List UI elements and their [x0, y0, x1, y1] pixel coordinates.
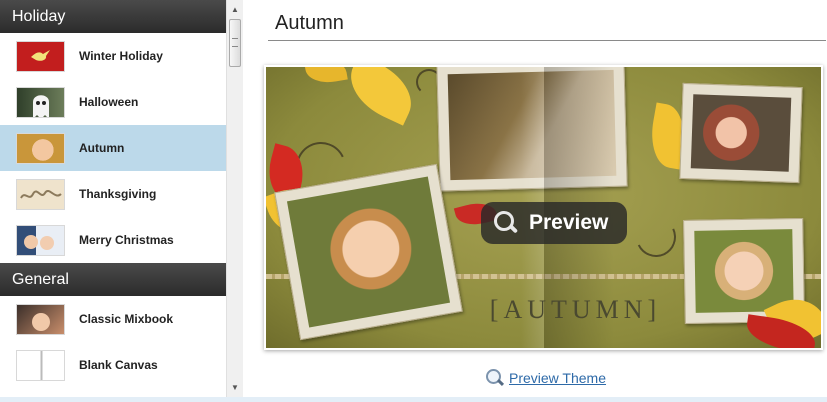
scroll-up-arrow-icon[interactable]: ▲ [227, 2, 243, 17]
theme-item-thanksgiving[interactable]: Thanksgiving [0, 171, 226, 217]
theme-item-label: Halloween [79, 95, 139, 109]
theme-item-merry-christmas[interactable]: Merry Christmas [0, 217, 226, 263]
scrollbar-thumb[interactable] [229, 19, 241, 67]
preview-theme-link[interactable]: Preview Theme [485, 368, 606, 388]
book-title-text: [AUTUMN] [489, 295, 662, 324]
magnifier-icon [493, 210, 519, 236]
merry-christmas-thumbnail [16, 224, 65, 256]
sidebar-scrollbar[interactable]: ▲ ▼ [226, 0, 243, 397]
category-header-general: General [0, 263, 226, 296]
theme-item-label: Merry Christmas [79, 233, 174, 247]
theme-item-blank-canvas[interactable]: Blank Canvas [0, 342, 226, 388]
blank-book-icon [40, 350, 43, 380]
halloween-thumbnail [16, 86, 65, 118]
autumn-thumbnail [16, 132, 65, 164]
theme-item-label: Winter Holiday [79, 49, 163, 63]
theme-item-winter-holiday[interactable]: Winter Holiday [0, 33, 226, 79]
theme-item-halloween[interactable]: Halloween [0, 79, 226, 125]
preview-overlay-label: Preview [529, 211, 609, 234]
title-divider [268, 40, 826, 41]
dove-icon [30, 50, 50, 61]
theme-sidebar: Holiday Winter Holiday Halloween Autumn [0, 0, 243, 397]
theme-item-classic-mixbook[interactable]: Classic Mixbook [0, 296, 226, 342]
theme-preview[interactable]: [AUTUMN] Preview [264, 65, 823, 350]
blank-canvas-thumbnail [16, 349, 65, 381]
magnifier-icon [485, 368, 505, 388]
photo-frame [679, 82, 803, 184]
theme-item-autumn[interactable]: Autumn [0, 125, 226, 171]
theme-item-label: Autumn [79, 141, 125, 155]
scroll-down-arrow-icon[interactable]: ▼ [227, 380, 243, 395]
theme-item-label: Classic Mixbook [79, 312, 174, 326]
bottom-border [0, 397, 827, 402]
script-text-icon [20, 189, 62, 199]
photo-frame [274, 163, 463, 341]
children-photo-icon [24, 234, 54, 250]
theme-title: Autumn [275, 12, 344, 34]
preview-theme-link-text[interactable]: Preview Theme [509, 370, 606, 386]
category-header-holiday: Holiday [0, 0, 226, 33]
thanksgiving-thumbnail [16, 178, 65, 210]
theme-preview-image: [AUTUMN] Preview [266, 67, 821, 348]
theme-item-label: Blank Canvas [79, 358, 158, 372]
theme-item-label: Thanksgiving [79, 187, 157, 201]
classic-mixbook-thumbnail [16, 303, 65, 335]
preview-overlay-button[interactable]: Preview [481, 202, 627, 244]
theme-list: Holiday Winter Holiday Halloween Autumn [0, 0, 226, 397]
winter-holiday-thumbnail [16, 40, 65, 72]
ghost-icon [33, 94, 49, 117]
girl-photo-icon [32, 312, 50, 331]
